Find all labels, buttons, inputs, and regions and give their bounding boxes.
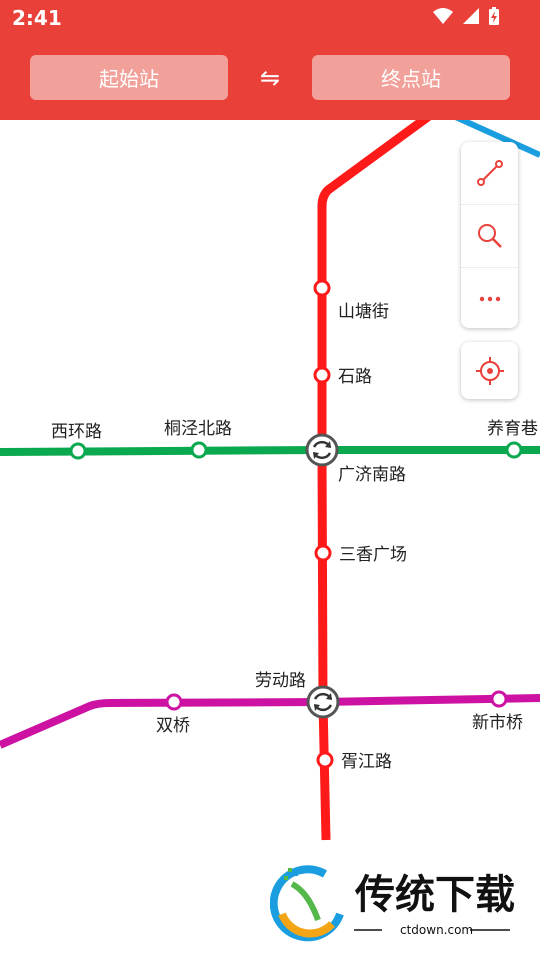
station-tongjingbeilu[interactable] — [190, 441, 208, 459]
status-icons — [432, 6, 500, 26]
station-xinshiqiao[interactable] — [490, 690, 508, 708]
metro-map[interactable]: 山塘街 石路 西环路 桐泾北路 养育巷 广济南路 三香广场 劳动路 双桥 新市桥… — [0, 120, 540, 960]
locate-button[interactable] — [461, 342, 518, 399]
watermark-title: 传统下载 — [354, 872, 515, 918]
label-tongjingbeilu: 桐泾北路 — [164, 419, 232, 439]
label-shuangqiao: 双桥 — [156, 716, 190, 736]
more-icon — [479, 296, 500, 302]
station-sanxiangguangchang[interactable] — [314, 544, 332, 562]
search-icon — [477, 224, 502, 248]
watermark-logo: 传统下载 ctdown.com — [269, 862, 520, 942]
transfer-station-guangjinanlu[interactable] — [305, 433, 339, 467]
magenta-line — [0, 694, 540, 749]
signal-icon — [463, 8, 479, 24]
label-xihuanlu: 西环路 — [51, 422, 102, 442]
tool-panel — [461, 142, 518, 328]
station-xujianglu[interactable] — [316, 751, 334, 769]
label-xinshiqiao: 新市桥 — [472, 713, 523, 733]
locate-icon — [475, 356, 504, 385]
station-shuangqiao[interactable] — [165, 693, 183, 711]
wifi-icon — [433, 8, 453, 24]
start-station-button[interactable]: 起始站 — [30, 55, 228, 100]
end-station-button[interactable]: 终点站 — [312, 55, 510, 100]
label-yangyuxiang: 养育巷 — [487, 419, 538, 439]
transfer-station-laodonglu[interactable] — [306, 685, 340, 719]
station-shilu[interactable] — [313, 366, 331, 384]
swap-stations-button[interactable]: ⇋ — [250, 60, 290, 96]
status-time: 2:41 — [12, 6, 62, 30]
station-yangyuxiang[interactable] — [505, 441, 523, 459]
station-xihuanlu[interactable] — [69, 442, 87, 460]
route-button[interactable] — [461, 142, 518, 204]
more-button[interactable] — [461, 267, 518, 330]
station-shantangjie[interactable] — [313, 279, 331, 297]
label-xujianglu: 胥江路 — [341, 752, 392, 772]
watermark-url: ctdown.com — [400, 923, 473, 937]
route-icon — [476, 160, 503, 186]
label-sanxiangguangchang: 三香广场 — [339, 545, 407, 565]
header-bar: 2:41 起始站 ⇋ 终点站 — [0, 0, 540, 120]
label-shantangjie: 山塘街 — [338, 302, 389, 322]
search-button[interactable] — [461, 204, 518, 267]
label-laodonglu: 劳动路 — [255, 671, 306, 691]
label-guangjinanlu: 广济南路 — [338, 465, 406, 485]
label-shilu: 石路 — [338, 367, 372, 387]
ctdown-logo-icon — [269, 865, 344, 942]
battery-icon — [489, 7, 499, 25]
